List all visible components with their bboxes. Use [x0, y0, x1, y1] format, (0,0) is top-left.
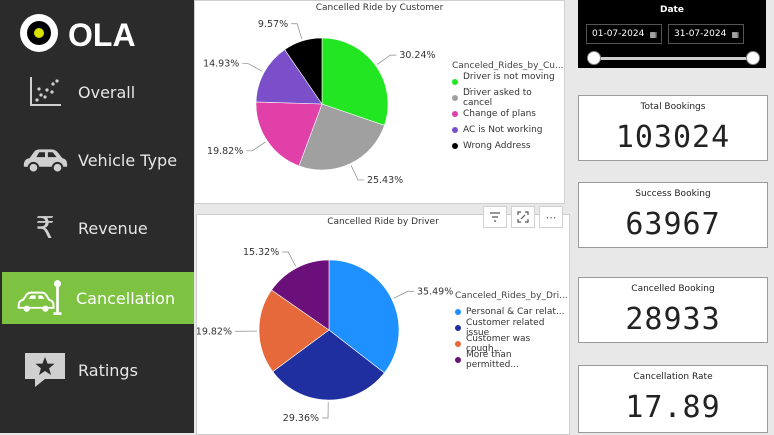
legend-item[interactable]: More than permitted... — [455, 352, 567, 368]
leader-line — [351, 165, 364, 179]
nav-item-cancellation[interactable]: Cancellation — [2, 272, 194, 324]
calendar-icon[interactable]: ▦ — [649, 30, 657, 39]
leader-line — [291, 24, 302, 39]
legend-marker — [455, 357, 461, 363]
calendar-icon[interactable]: ▦ — [731, 30, 739, 39]
card-value: 103024 — [579, 120, 767, 155]
car-icon — [20, 140, 70, 180]
data-label: 9.57% — [258, 19, 288, 30]
data-label: 35.49% — [417, 286, 453, 297]
data-label: 14.93% — [203, 59, 239, 70]
data-label: 15.32% — [243, 247, 279, 258]
data-label: 19.82% — [197, 326, 232, 337]
end-date-input[interactable]: 31-07-2024 ▦ — [668, 24, 744, 44]
card-value: 17.89 — [579, 390, 767, 425]
nav-label-overall: Overall — [78, 83, 135, 102]
legend-item[interactable]: Change of plans — [452, 106, 562, 122]
ola-logo: OLA — [18, 12, 168, 54]
success-booking-card: Success Booking 63967 — [578, 182, 768, 248]
total-bookings-card: Total Bookings 103024 — [578, 95, 768, 161]
cancellation-rate-card: Cancellation Rate 17.89 — [578, 365, 768, 433]
sidebar: OLA Overall Vehicle Type ₹ Re — [0, 0, 194, 433]
date-slicer: Date 01-07-2024 ▦ 31-07-2024 ▦ — [578, 0, 766, 68]
card-title: Success Booking — [579, 189, 767, 199]
legend-marker — [455, 341, 461, 347]
legend-item[interactable]: AC is Not working — [452, 122, 562, 138]
legend-item[interactable]: Wrong Address — [452, 138, 562, 154]
date-slicer-title: Date — [578, 5, 766, 15]
nav-item-ratings[interactable]: Ratings — [0, 344, 194, 396]
nav-label-cancellation: Cancellation — [76, 289, 175, 308]
legend-marker — [452, 143, 458, 149]
card-title: Cancellation Rate — [579, 372, 767, 382]
legend-marker — [452, 111, 458, 117]
brand-name: OLA — [68, 17, 136, 53]
legend-label: Change of plans — [463, 109, 536, 119]
filter-icon[interactable] — [483, 206, 507, 228]
data-label: 29.36% — [283, 413, 319, 424]
legend-marker — [452, 127, 458, 133]
range-end-handle[interactable] — [746, 51, 760, 65]
scatter-chart-icon — [20, 72, 70, 112]
chart-legend: Canceled_Rides_by_Cu... Driver is not mo… — [452, 61, 562, 154]
legend-marker — [455, 309, 461, 315]
legend-marker — [452, 79, 458, 85]
start-date-value: 01-07-2024 — [592, 29, 644, 39]
legend-title: Canceled_Rides_by_Cu... — [452, 61, 562, 71]
legend-label: Wrong Address — [463, 141, 531, 151]
focus-mode-icon[interactable] — [511, 206, 535, 228]
chart-legend: Canceled_Rides_by_Dri... Personal & Car … — [455, 291, 567, 368]
customer-cancel-chart-panel: Cancelled Ride by Customer 30.24%25.43%1… — [194, 0, 565, 204]
legend-label: Personal & Car relat... — [466, 307, 565, 317]
data-label: 25.43% — [367, 175, 403, 186]
cancelled-booking-card: Cancelled Booking 28933 — [578, 277, 768, 343]
leader-line — [377, 55, 396, 64]
nav-item-overall[interactable]: Overall — [0, 66, 194, 118]
legend-label: Driver asked to cancel — [463, 88, 562, 108]
car-cancel-icon — [16, 278, 66, 318]
leader-line — [246, 142, 265, 151]
rupee-icon: ₹ — [20, 208, 70, 248]
driver-cancel-chart-panel: Cancelled Ride by Driver 35.49%29.36%19.… — [196, 214, 570, 435]
more-options-icon[interactable]: ⋯ — [539, 206, 563, 228]
nav-label-revenue: Revenue — [78, 219, 148, 238]
card-title: Cancelled Booking — [579, 284, 767, 294]
legend-label: More than permitted... — [466, 350, 567, 370]
star-comment-icon — [20, 350, 70, 390]
data-label: 19.82% — [207, 146, 243, 157]
leader-line — [242, 64, 262, 72]
card-title: Total Bookings — [579, 102, 767, 112]
range-start-handle[interactable] — [587, 51, 601, 65]
nav-item-vehicle-type[interactable]: Vehicle Type — [0, 134, 194, 186]
nav-label-ratings: Ratings — [78, 361, 138, 380]
start-date-input[interactable]: 01-07-2024 ▦ — [586, 24, 662, 44]
leader-line — [394, 291, 414, 298]
nav-label-vehicle-type: Vehicle Type — [78, 151, 177, 170]
card-value: 28933 — [579, 302, 767, 337]
end-date-value: 31-07-2024 — [674, 29, 726, 39]
legend-title: Canceled_Rides_by_Dri... — [455, 291, 567, 301]
leader-line — [322, 402, 328, 418]
date-range-track[interactable] — [594, 57, 750, 60]
leader-line — [282, 252, 295, 266]
nav-item-revenue[interactable]: ₹ Revenue — [0, 202, 194, 254]
card-value: 63967 — [579, 207, 767, 242]
data-label: 30.24% — [399, 50, 435, 61]
legend-item[interactable]: Driver asked to cancel — [452, 90, 562, 106]
legend-label: AC is Not working — [463, 125, 543, 135]
legend-marker — [452, 95, 458, 101]
legend-marker — [455, 325, 461, 331]
